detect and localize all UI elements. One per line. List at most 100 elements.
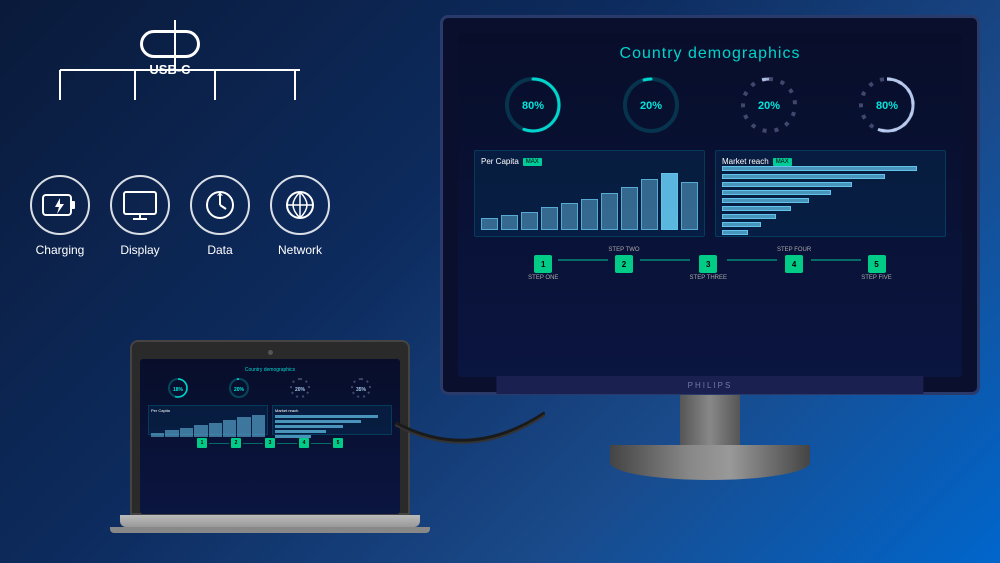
bar-5 [561, 203, 578, 230]
bar-chart [481, 170, 698, 230]
bar-4 [541, 207, 558, 230]
charging-label: Charging [36, 243, 85, 257]
laptop-charts: Per Capita Market reach [148, 405, 392, 435]
laptop-step-2: 2 [231, 438, 241, 448]
hbar-5 [722, 198, 939, 203]
steps-row: 1 STEP ONE STEP TWO 2 3 STEP THREE [474, 247, 946, 281]
monitor-stand-base [610, 445, 810, 480]
laptop-screen: Country demographics 18% 20% 20% [140, 359, 400, 514]
network-icon [282, 187, 318, 223]
laptop-circle-3: 20% [288, 376, 313, 401]
laptop-bars [151, 415, 265, 437]
charts-row: Per Capita MAX [474, 150, 946, 237]
laptop-step-5: 5 [333, 438, 343, 448]
laptop-circle-1: 18% [166, 376, 191, 401]
monitor-stand-neck [680, 395, 740, 445]
circle-stat-2: 20% [619, 73, 684, 138]
bar-chart-container: Per Capita MAX [474, 150, 705, 237]
svg-text:35%: 35% [356, 387, 367, 393]
circle-stat-1: 80% [501, 73, 566, 138]
laptop-dashboard-title: Country demographics [148, 367, 392, 373]
hbar-chart-container: Market reach MAX [715, 150, 946, 237]
monitor-brand-bar: PHILIPS [496, 376, 923, 394]
laptop-container: Country demographics 18% 20% 20% [130, 340, 410, 533]
step-1: 1 STEP ONE [528, 247, 558, 281]
step-line-2 [640, 259, 690, 261]
charging-item: Charging [23, 175, 98, 257]
bar-1 [481, 218, 498, 230]
display-icon [122, 189, 158, 221]
laptop-steps: 1 2 3 4 5 [148, 438, 392, 448]
dashboard-title: Country demographics [474, 45, 946, 63]
step-5: 5 STEP FIVE [861, 247, 892, 281]
data-item: Data [183, 175, 258, 257]
hbar-6 [722, 206, 939, 211]
hbar-7 [722, 214, 939, 219]
laptop-base [120, 515, 420, 527]
data-label: Data [207, 243, 232, 257]
display-label: Display [120, 243, 159, 257]
bar-2 [501, 215, 518, 230]
svg-text:20%: 20% [295, 387, 306, 393]
step-2: STEP TWO 2 [608, 247, 639, 281]
step-line-3 [727, 259, 777, 261]
display-icon-circle [110, 175, 170, 235]
hbar-4 [722, 190, 939, 195]
laptop-step-1: 1 [197, 438, 207, 448]
laptop-hbar-chart: Market reach [272, 405, 392, 435]
charging-icon-circle [30, 175, 90, 235]
philips-logo: PHILIPS [688, 381, 733, 390]
laptop-bar-chart: Per Capita [148, 405, 268, 435]
laptop-screen-frame: Country demographics 18% 20% 20% [130, 340, 410, 515]
charging-icon [42, 191, 78, 219]
monitor-screen: Country demographics 80% [458, 33, 962, 377]
icons-row: Charging Display [20, 175, 340, 257]
step-3: 3 STEP THREE [690, 247, 727, 281]
bar-3 [521, 212, 538, 230]
circle-value-3: 20% [758, 100, 780, 112]
circle-value-2: 20% [640, 100, 662, 112]
cable-svg [395, 403, 545, 463]
hbar-8 [722, 222, 939, 227]
step-line-4 [811, 259, 861, 261]
network-item: Network [263, 175, 338, 257]
hbar-2 [722, 174, 939, 179]
laptop-step-3: 3 [265, 438, 275, 448]
svg-text:20%: 20% [234, 387, 245, 393]
hbar-3 [722, 182, 939, 187]
circle-value-4: 80% [876, 100, 898, 112]
step-4: STEP FOUR 4 [777, 247, 811, 281]
circle-stat-4: 80% [855, 73, 920, 138]
laptop-bottom [110, 527, 430, 533]
laptop-step-4: 4 [299, 438, 309, 448]
svg-text:18%: 18% [173, 387, 184, 393]
hbar-9 [722, 230, 939, 235]
bar-6 [581, 199, 598, 230]
monitor-frame: PHILIPS Country demographics 80% [440, 15, 980, 395]
network-label: Network [278, 243, 322, 257]
laptop-circle-4: 35% [349, 376, 374, 401]
cable-container [395, 403, 545, 463]
h-bar-chart [722, 170, 939, 230]
bar-chart-title: Per Capita MAX [481, 157, 698, 166]
hbar-chart-max-badge: MAX [773, 158, 792, 166]
data-icon-circle [190, 175, 250, 235]
hbar-1 [722, 166, 939, 171]
circle-stat-3: 20% [737, 73, 802, 138]
data-icon [202, 187, 238, 223]
display-item: Display [103, 175, 178, 257]
step-line-1 [558, 259, 608, 261]
bar-8 [621, 187, 638, 230]
bar-chart-max-badge: MAX [523, 158, 542, 166]
circle-value-1: 80% [522, 100, 544, 112]
usbc-panel: USB-C Charging [20, 20, 360, 340]
tree-lines [20, 20, 340, 140]
bar-11 [681, 182, 698, 230]
circles-row: 80% 20% 20% [474, 73, 946, 138]
bar-10 [661, 173, 678, 230]
bar-7 [601, 193, 618, 230]
network-icon-circle [270, 175, 330, 235]
bar-9 [641, 179, 658, 230]
laptop-circles: 18% 20% 20% 35% [148, 376, 392, 401]
laptop-circle-2: 20% [227, 376, 252, 401]
